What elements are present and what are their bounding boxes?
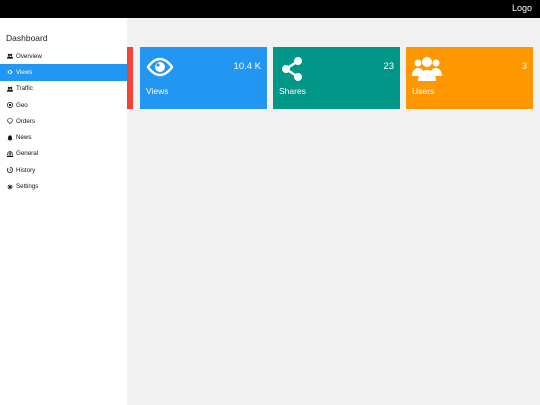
users-icon <box>412 56 442 87</box>
sidebar-item-traffic[interactable]: Traffic <box>0 81 127 97</box>
sidebar-title: Dashboard <box>6 33 48 43</box>
bell-icon <box>6 134 14 142</box>
shares-value: 23 <box>383 61 394 72</box>
eye-icon <box>146 56 174 83</box>
sidebar-item-orders[interactable]: Orders <box>0 113 127 129</box>
sidebar-item-news[interactable]: News <box>0 129 127 145</box>
sidebar-item-label: Orders <box>16 117 35 125</box>
top-bar: Logo <box>0 0 540 18</box>
shares-label: Shares <box>279 86 306 96</box>
share-icon <box>279 56 305 87</box>
users-label: Users <box>412 86 435 96</box>
sidebar-item-label: Views <box>16 68 33 76</box>
sidebar-item-label: General <box>16 150 39 158</box>
bank-icon <box>6 150 14 158</box>
sidebar-item-label: Traffic <box>16 85 33 93</box>
sidebar-item-label: Overview <box>16 52 42 60</box>
sidebar-item-label: History <box>16 166 36 174</box>
eye-icon <box>6 68 14 76</box>
sidebar-item-label: Settings <box>16 183 39 191</box>
diamond-icon <box>6 117 14 125</box>
views-label: Views <box>146 86 169 96</box>
users-value: 3 <box>521 61 527 72</box>
sidebar-item-history[interactable]: History <box>0 162 127 178</box>
users-card[interactable]: 3 Users <box>406 47 533 109</box>
users-icon <box>6 52 14 60</box>
sidebar-item-label: Geo <box>16 101 28 109</box>
logo[interactable]: Logo <box>512 3 532 13</box>
sidebar-item-settings[interactable]: Settings <box>0 178 127 194</box>
sidebar-item-overview[interactable]: Overview <box>0 48 127 64</box>
cog-icon <box>6 183 14 191</box>
users-icon <box>6 85 14 93</box>
accent-bar <box>127 47 133 109</box>
views-value: 10.4 K <box>233 61 261 72</box>
shares-card[interactable]: 23 Shares <box>273 47 400 109</box>
views-card[interactable]: 10.4 K Views <box>140 47 267 109</box>
history-icon <box>6 166 14 174</box>
sidebar-item-geo[interactable]: Geo <box>0 97 127 113</box>
bullseye-icon <box>6 101 14 109</box>
sidebar: Dashboard Overview Views Traffic Geo Ord… <box>0 18 127 405</box>
sidebar-nav: Overview Views Traffic Geo Orders News G… <box>0 48 127 195</box>
sidebar-item-views[interactable]: Views <box>0 64 127 81</box>
sidebar-item-general[interactable]: General <box>0 146 127 162</box>
sidebar-item-label: News <box>16 134 32 142</box>
